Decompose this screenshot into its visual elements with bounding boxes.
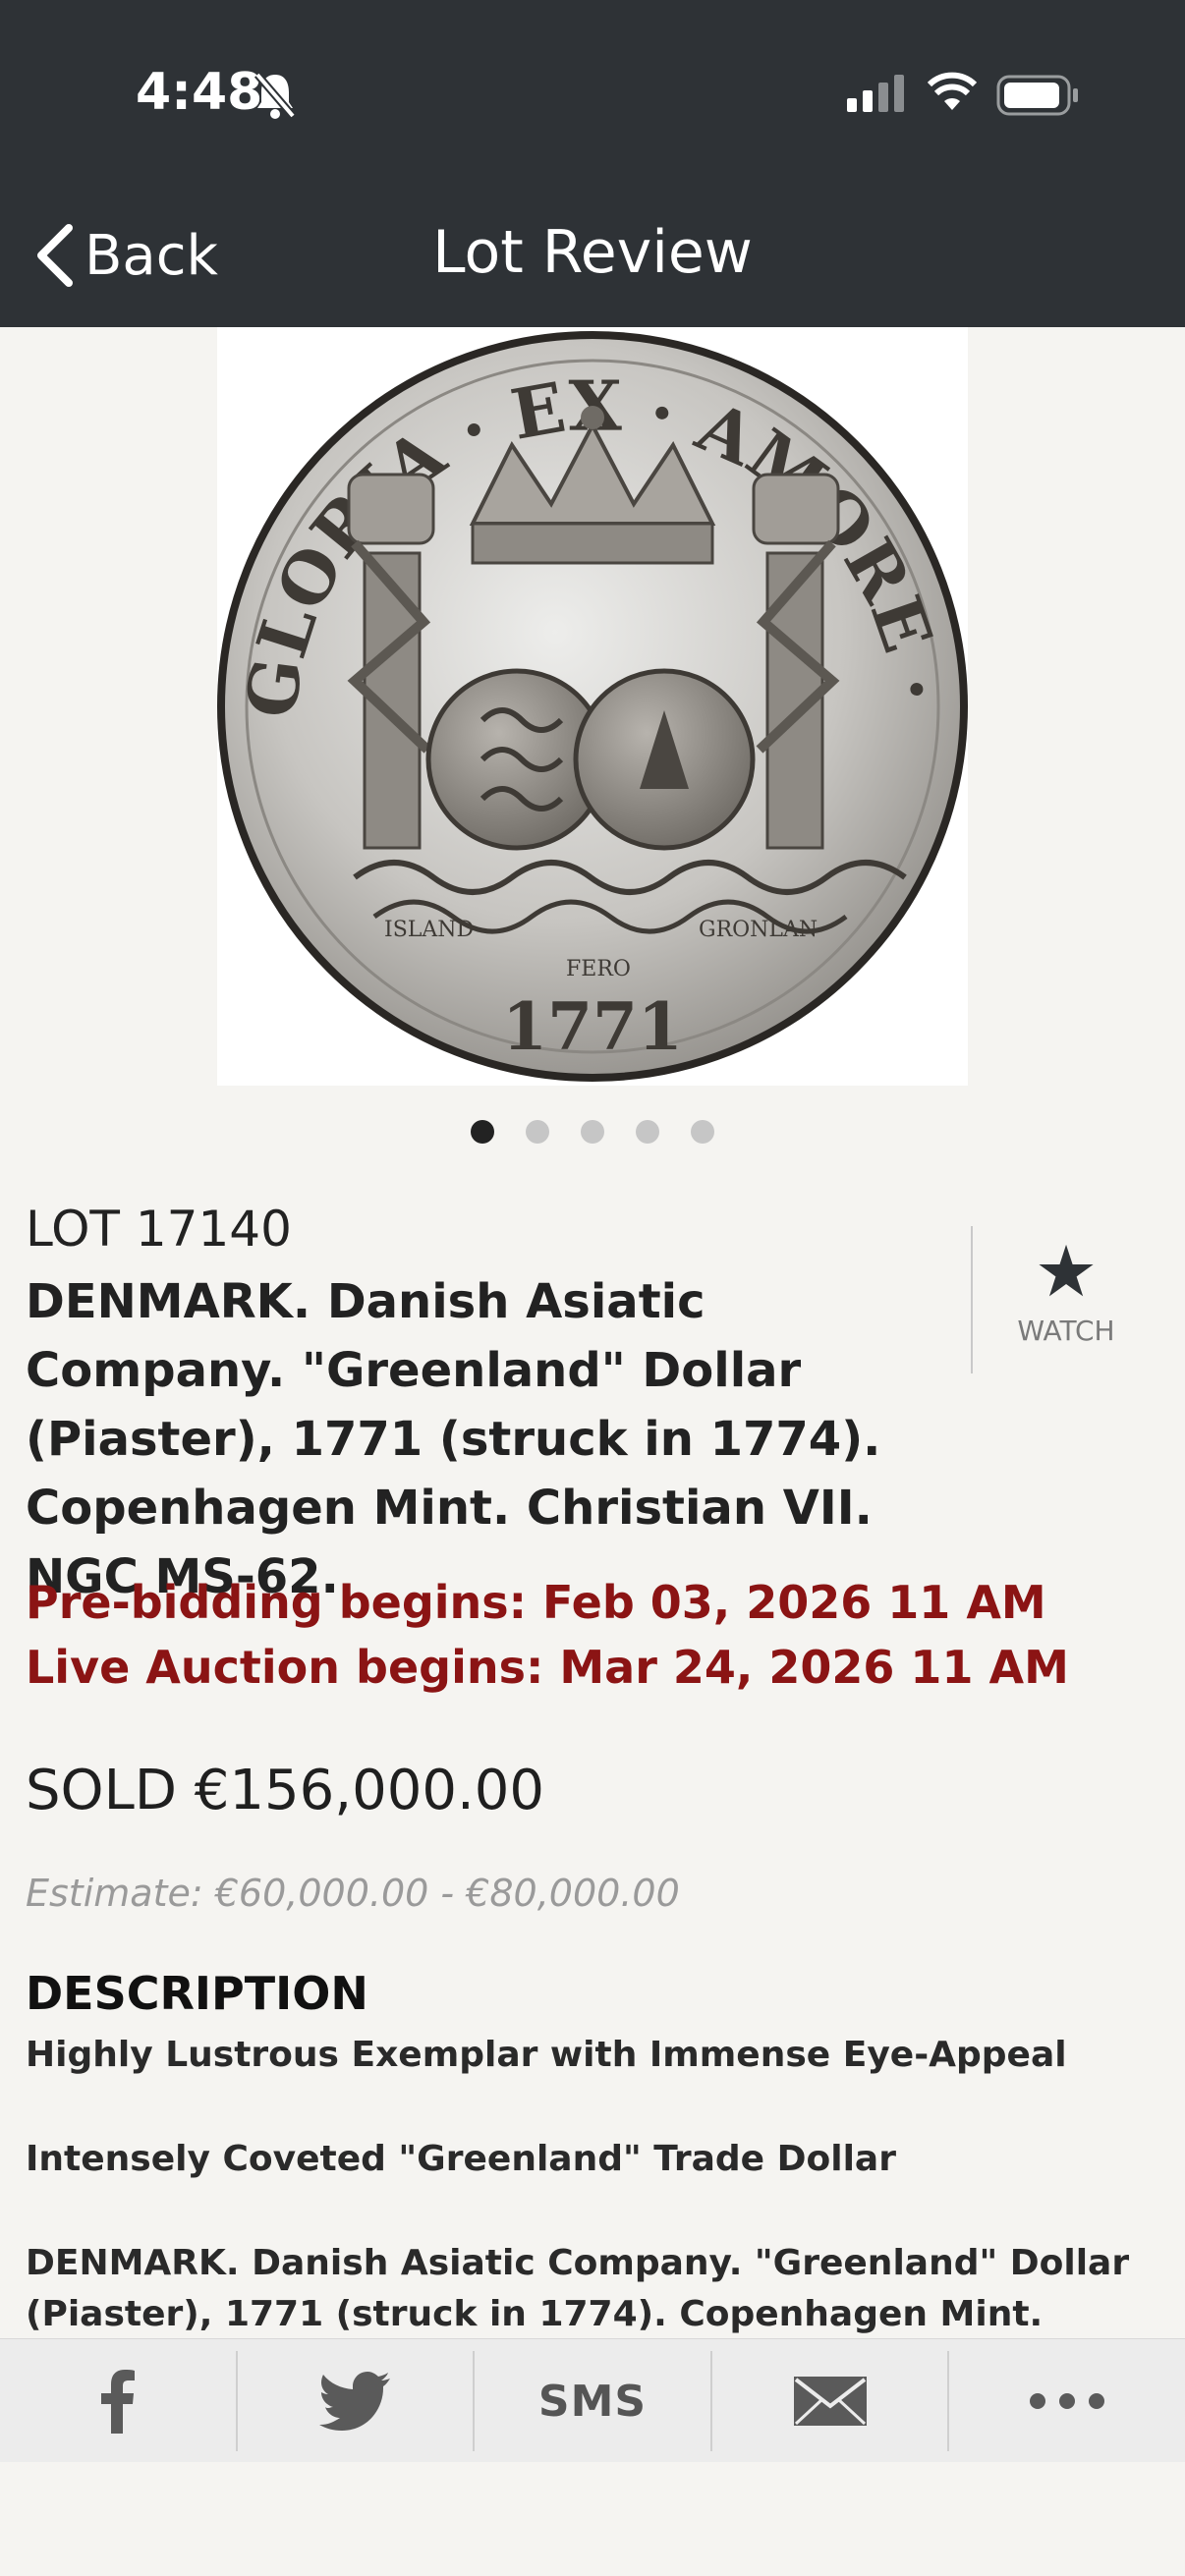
email-icon	[793, 2377, 867, 2426]
watch-label: WATCH	[1017, 1315, 1115, 1347]
carousel-indicator	[0, 1120, 1185, 1144]
top-bar: 4:48 Back Lot Review	[0, 0, 1185, 327]
carousel-dot[interactable]	[691, 1120, 714, 1144]
more-icon	[1030, 2393, 1105, 2409]
cellular-signal-icon	[847, 75, 904, 112]
bottom-spacer	[0, 2462, 1185, 2576]
sms-label: SMS	[537, 2376, 648, 2427]
prebidding-date: Pre-bidding begins: Feb 03, 2026 11 AM	[26, 1576, 1046, 1629]
carousel-dot[interactable]	[526, 1120, 549, 1144]
divider	[971, 1226, 973, 1373]
coin-ribbon-left: ISLAND	[384, 918, 474, 942]
carousel-dot[interactable]	[581, 1120, 604, 1144]
coin-ribbon-bottom: FERO	[566, 957, 631, 981]
description-line: Highly Lustrous Exemplar with Immense Ey…	[26, 2035, 1067, 2075]
coin-ribbon-right: GRONLAN	[699, 918, 818, 942]
lot-number: LOT 17140	[26, 1201, 292, 1258]
share-email-button[interactable]	[712, 2351, 950, 2451]
status-time: 4:48	[136, 63, 263, 122]
battery-icon	[996, 75, 1078, 116]
facebook-icon	[100, 2370, 135, 2434]
sold-price: SOLD €156,000.00	[26, 1759, 545, 1822]
wifi-icon	[928, 72, 977, 110]
carousel-dot[interactable]	[636, 1120, 659, 1144]
coin-date: 1771	[502, 988, 683, 1065]
description-line: Intensely Coveted "Greenland" Trade Doll…	[26, 2139, 896, 2179]
twitter-icon	[319, 2372, 391, 2431]
coin-image[interactable]: GLORIA · EX · AMORE · PATRIÆ ISLAND GRON…	[179, 262, 968, 1086]
lot-title: DENMARK. Danish Asiatic Company. "Greenl…	[26, 1274, 881, 1604]
description-body: Highly Lustrous Exemplar with Immense Ey…	[26, 2030, 1165, 2391]
live-auction-date: Live Auction begins: Mar 24, 2026 11 AM	[26, 1641, 1069, 1694]
star-icon: ★	[1034, 1230, 1099, 1313]
share-more-button[interactable]	[949, 2351, 1185, 2451]
page-title: Lot Review	[432, 218, 753, 287]
silent-bell-icon	[254, 72, 297, 119]
carousel-dot[interactable]	[471, 1120, 494, 1144]
share-sms-button[interactable]: SMS	[475, 2351, 712, 2451]
share-bar: SMS	[0, 2338, 1185, 2463]
share-twitter-button[interactable]	[238, 2351, 476, 2451]
estimate: Estimate: €60,000.00 - €80,000.00	[26, 1872, 680, 1915]
auction-dates: Pre-bidding begins: Feb 03, 2026 11 AM L…	[26, 1570, 1069, 1700]
description-heading: DESCRIPTION	[26, 1967, 368, 2020]
share-facebook-button[interactable]	[0, 2351, 238, 2451]
watch-button[interactable]: ★ WATCH	[1002, 1236, 1130, 1347]
